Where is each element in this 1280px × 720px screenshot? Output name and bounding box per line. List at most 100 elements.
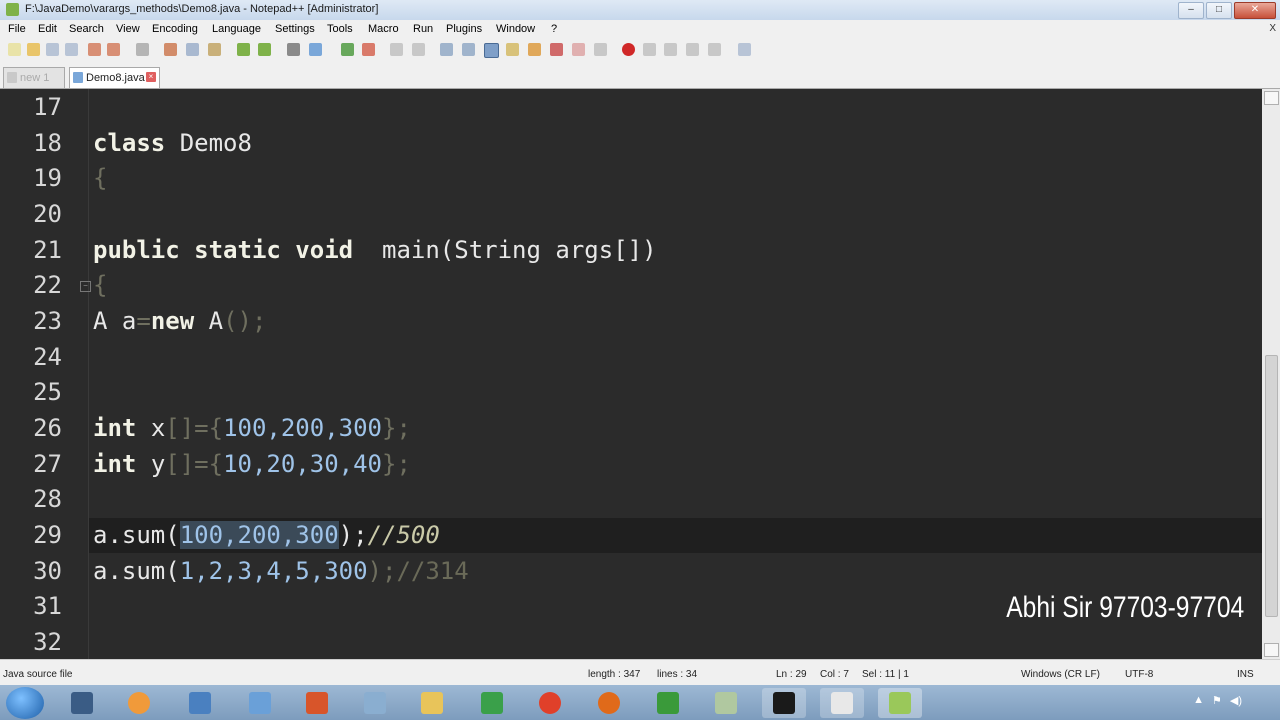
brace: {	[93, 164, 108, 192]
record-macro-icon[interactable]	[622, 43, 635, 56]
replace-icon[interactable]	[309, 43, 322, 56]
lang-define-icon[interactable]	[506, 43, 519, 56]
taskbar-window-icon[interactable]	[820, 688, 864, 718]
taskbar-notepad-plus-plus-icon[interactable]	[878, 688, 922, 718]
all-chars-icon[interactable]	[462, 43, 475, 56]
menu-run[interactable]: Run	[413, 23, 433, 35]
menu-macro[interactable]: Macro	[368, 23, 399, 35]
code-line-30: a.sum(1,2,3,4,5,300);//314	[93, 554, 469, 589]
doc-length: length : 347	[588, 669, 641, 680]
menu-help[interactable]: ?	[551, 23, 557, 35]
close-button[interactable]: ✕	[1234, 2, 1276, 19]
scroll-down-button[interactable]	[1264, 643, 1279, 657]
scroll-thumb[interactable]	[1265, 355, 1278, 617]
menu-view[interactable]: View	[116, 23, 140, 35]
keyword: int	[93, 414, 137, 442]
find-icon[interactable]	[287, 43, 300, 56]
save-icon[interactable]	[46, 43, 59, 56]
folder-workspace-icon[interactable]	[572, 43, 585, 56]
line-number: 28	[33, 485, 62, 513]
taskbar-terminal-icon[interactable]	[762, 688, 806, 718]
vertical-scrollbar[interactable]	[1262, 89, 1280, 659]
copy-icon[interactable]	[186, 43, 199, 56]
taskbar-office-icon[interactable]	[295, 688, 339, 718]
file-icon	[73, 72, 83, 83]
menu-plugins[interactable]: Plugins	[446, 23, 482, 35]
line-number-current: 29	[33, 521, 62, 549]
monitoring-icon[interactable]	[594, 43, 607, 56]
line-number: 19	[33, 164, 62, 192]
save-all-icon[interactable]	[65, 43, 78, 56]
close-document-icon[interactable]: X	[1269, 23, 1276, 34]
cursor-column: Col : 7	[820, 669, 849, 680]
menu-encoding[interactable]: Encoding	[152, 23, 198, 35]
close-all-icon[interactable]	[107, 43, 120, 56]
taskbar-chrome-icon[interactable]	[528, 688, 572, 718]
menu-file[interactable]: File	[8, 23, 26, 35]
maximize-button[interactable]: □	[1206, 2, 1232, 19]
menu-language[interactable]: Language	[212, 23, 261, 35]
menu-settings[interactable]: Settings	[275, 23, 315, 35]
taskbar-paint-icon[interactable]	[470, 688, 514, 718]
stop-macro-icon[interactable]	[643, 43, 656, 56]
tab-demo8-java[interactable]: Demo8.java ×	[69, 67, 160, 88]
line-number: 21	[33, 236, 62, 264]
doc-map-icon[interactable]	[528, 43, 541, 56]
taskbar-windows-icon[interactable]	[646, 688, 690, 718]
tray-volume-icon[interactable]: ◀)	[1230, 694, 1242, 707]
play-macro-icon[interactable]	[664, 43, 677, 56]
close-tab-icon[interactable]: ×	[146, 72, 156, 82]
punctuation: };	[382, 414, 411, 442]
indent-guide-icon[interactable]	[484, 43, 499, 58]
extra-tool-icon[interactable]	[738, 43, 751, 56]
function-list-icon[interactable]	[550, 43, 563, 56]
undo-icon[interactable]	[237, 43, 250, 56]
paste-icon[interactable]	[208, 43, 221, 56]
redo-icon[interactable]	[258, 43, 271, 56]
zoom-out-icon[interactable]	[362, 43, 375, 56]
line-number: 25	[33, 378, 62, 406]
taskbar-media-player-icon[interactable]	[117, 688, 161, 718]
punctuation: ();	[223, 307, 267, 335]
taskbar-network-icon[interactable]	[238, 688, 282, 718]
sync-vertical-icon[interactable]	[390, 43, 403, 56]
line-number: 27	[33, 450, 62, 478]
operator: =	[136, 307, 151, 335]
close-file-icon[interactable]	[88, 43, 101, 56]
tab-new-1[interactable]: new 1	[3, 67, 65, 88]
tray-flag-icon[interactable]: ⚑	[1212, 694, 1222, 707]
class-name: A	[208, 307, 224, 335]
fold-toggle-icon[interactable]: −	[80, 281, 91, 292]
word-wrap-icon[interactable]	[440, 43, 453, 56]
taskbar-computer-icon[interactable]	[178, 688, 222, 718]
sync-horizontal-icon[interactable]	[412, 43, 425, 56]
code-line-22: {	[93, 268, 107, 303]
cut-icon[interactable]	[164, 43, 177, 56]
menu-edit[interactable]: Edit	[38, 23, 57, 35]
taskbar-files-icon[interactable]	[353, 688, 397, 718]
punctuation: );	[367, 557, 397, 585]
menu-window[interactable]: Window	[496, 23, 535, 35]
taskbar-edit-tool-icon[interactable]	[704, 688, 748, 718]
scroll-up-button[interactable]	[1264, 91, 1279, 105]
new-file-icon[interactable]	[8, 43, 21, 56]
minimize-button[interactable]: –	[1178, 2, 1204, 19]
tray-arrow-icon[interactable]: ▲	[1193, 694, 1204, 707]
code-editor[interactable]: 17 18 19 20 21 22 23 24 25 26 27 28 29 3…	[0, 89, 1262, 659]
open-file-icon[interactable]	[27, 43, 40, 56]
print-icon[interactable]	[136, 43, 149, 56]
taskbar-folder-icon[interactable]	[410, 688, 454, 718]
taskbar-calculator-icon[interactable]	[60, 688, 104, 718]
menu-tools[interactable]: Tools	[327, 23, 353, 35]
variable: x	[150, 414, 166, 442]
menu-search[interactable]: Search	[69, 23, 104, 35]
save-macro-icon[interactable]	[708, 43, 721, 56]
zoom-in-icon[interactable]	[341, 43, 354, 56]
tab-label: new 1	[20, 72, 50, 84]
run-macro-multiple-icon[interactable]	[686, 43, 699, 56]
watermark-text: Abhi Sir 97703-97704	[1006, 591, 1244, 624]
cursor-line: Ln : 29	[776, 669, 807, 680]
taskbar-firefox-icon[interactable]	[587, 688, 631, 718]
code-line-29: a.sum(100,200,300);//500	[93, 518, 440, 553]
start-button-icon[interactable]	[6, 687, 44, 719]
